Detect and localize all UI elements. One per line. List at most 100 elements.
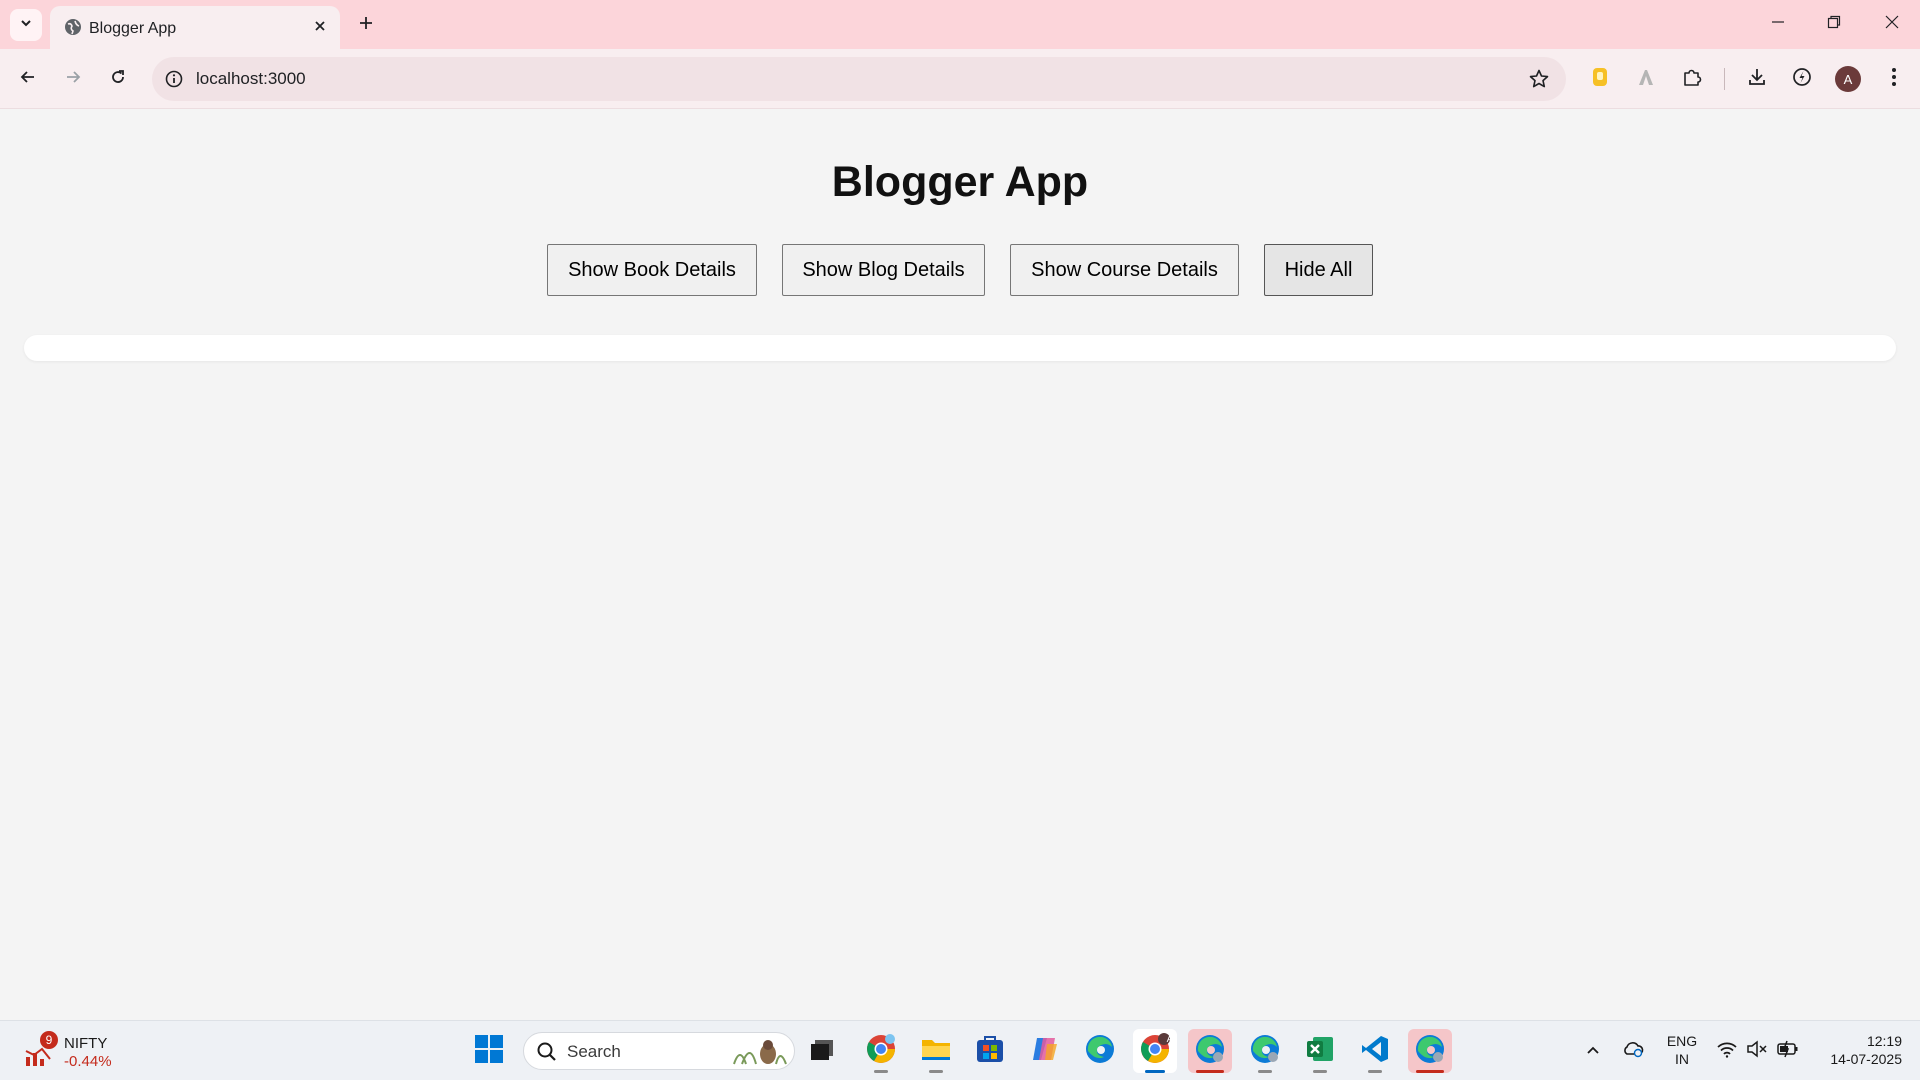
- edge-icon: [1194, 1033, 1226, 1070]
- globe-icon: [64, 18, 82, 41]
- running-indicator: [929, 1070, 943, 1073]
- taskbar-app-file-explorer[interactable]: [914, 1029, 958, 1073]
- taskbar-app-copilot[interactable]: [1023, 1029, 1067, 1073]
- show-hidden-icons-button[interactable]: [1580, 1021, 1606, 1080]
- taskbar-app-task-view[interactable]: [800, 1029, 844, 1073]
- toolbar-divider: [1724, 68, 1725, 90]
- battery-status[interactable]: [1774, 1021, 1802, 1080]
- extension-yellow-icon: [1591, 66, 1609, 93]
- running-indicator: [874, 1070, 888, 1073]
- stock-change: -0.44%: [64, 1053, 112, 1070]
- windows-logo-icon: [474, 1034, 504, 1069]
- back-button[interactable]: [10, 61, 46, 97]
- notification-badge: 9: [40, 1031, 58, 1049]
- avatar: A: [1835, 66, 1861, 92]
- menu-button[interactable]: [1878, 63, 1910, 95]
- extension-yellow-button[interactable]: [1584, 63, 1616, 95]
- site-info-icon[interactable]: [162, 67, 186, 96]
- tab-title: Blogger App: [89, 20, 177, 37]
- language-indicator[interactable]: ENG IN: [1664, 1032, 1700, 1068]
- volume-muted-icon: [1746, 1039, 1768, 1063]
- region-code: IN: [1675, 1051, 1689, 1067]
- running-indicator: [1258, 1070, 1272, 1073]
- taskbar-app-edge-3[interactable]: [1243, 1029, 1287, 1073]
- taskbar-app-chrome-active[interactable]: A: [1133, 1029, 1177, 1073]
- close-icon: [1885, 15, 1899, 34]
- taskbar-search-input[interactable]: Search: [523, 1032, 795, 1070]
- show-blog-details-button[interactable]: Show Blog Details: [782, 244, 985, 296]
- page-title: Blogger App: [831, 158, 1089, 206]
- start-button[interactable]: [467, 1029, 511, 1073]
- active-indicator: [1145, 1070, 1165, 1073]
- taskbar-app-edge-4[interactable]: [1408, 1029, 1452, 1073]
- show-book-details-button[interactable]: Show Book Details: [547, 244, 757, 296]
- clock-date: 14-07-2025: [1830, 1051, 1902, 1067]
- taskbar-app-chrome-1[interactable]: [859, 1029, 903, 1073]
- close-tab-icon[interactable]: [310, 16, 330, 36]
- edge-icon: [1414, 1033, 1446, 1070]
- wifi-icon: [1716, 1040, 1738, 1063]
- language-code: ENG: [1666, 1033, 1698, 1049]
- url-text[interactable]: localhost:3000: [196, 69, 306, 89]
- new-tab-button[interactable]: [352, 11, 380, 39]
- puzzle-icon: [1681, 66, 1703, 93]
- hide-all-button[interactable]: Hide All: [1264, 244, 1373, 296]
- details-container: [24, 335, 1896, 361]
- excel-icon: [1305, 1034, 1335, 1069]
- chevron-up-icon: [1586, 1042, 1600, 1060]
- battery-charging-icon: [1776, 1040, 1800, 1063]
- search-highlight-icon: [730, 1036, 788, 1066]
- stock-chart-icon: [24, 1045, 54, 1072]
- taskbar-app-store[interactable]: [968, 1029, 1012, 1073]
- chrome-profile-badge: A: [1166, 1034, 1174, 1045]
- show-course-details-button[interactable]: Show Course Details: [1010, 244, 1239, 296]
- taskbar-app-vscode[interactable]: [1353, 1029, 1397, 1073]
- speed-icon: [1791, 66, 1813, 93]
- running-indicator: [1313, 1070, 1327, 1073]
- tab-search-button[interactable]: [10, 9, 42, 41]
- reload-button[interactable]: [100, 61, 136, 97]
- extensions-button[interactable]: [1676, 63, 1708, 95]
- edge-icon: [1249, 1033, 1281, 1070]
- downloads-button[interactable]: [1741, 63, 1773, 95]
- more-vertical-icon: [1891, 67, 1897, 92]
- search-icon: [536, 1041, 558, 1068]
- profile-button[interactable]: A: [1832, 63, 1864, 95]
- minimize-button[interactable]: [1750, 0, 1806, 49]
- browser-tab-active[interactable]: Blogger App: [50, 6, 340, 49]
- taskbar-app-excel[interactable]: [1298, 1029, 1342, 1073]
- extension-grey-button[interactable]: [1630, 63, 1662, 95]
- taskbar-app-edge-1[interactable]: [1078, 1029, 1122, 1073]
- forward-button[interactable]: [55, 61, 91, 97]
- taskbar-app-edge-2[interactable]: [1188, 1029, 1232, 1073]
- close-window-button[interactable]: [1864, 0, 1920, 49]
- bookmark-star-icon[interactable]: [1528, 68, 1550, 95]
- page-viewport: Blogger App Show Book Details Show Blog …: [0, 109, 1920, 1020]
- download-icon: [1746, 66, 1768, 93]
- volume-status[interactable]: [1744, 1021, 1770, 1080]
- stock-name: NIFTY: [64, 1035, 108, 1052]
- onedrive-button[interactable]: [1618, 1021, 1648, 1080]
- windows-taskbar: 9 NIFTY -0.44% Search A ENG IN 12:19 14-…: [0, 1020, 1920, 1080]
- performance-button[interactable]: [1786, 63, 1818, 95]
- running-indicator: [1368, 1070, 1382, 1073]
- search-placeholder: Search: [567, 1042, 621, 1061]
- restore-button[interactable]: [1806, 0, 1862, 49]
- extension-a-icon: [1636, 67, 1656, 92]
- wifi-status[interactable]: [1714, 1021, 1740, 1080]
- browser-tab-strip: Blogger App: [0, 0, 1920, 49]
- system-clock[interactable]: 12:19 14-07-2025: [1814, 1032, 1902, 1068]
- arrow-left-icon: [19, 68, 37, 91]
- minimize-icon: [1771, 15, 1785, 34]
- chrome-icon: [865, 1033, 897, 1070]
- plus-icon: [358, 15, 374, 36]
- address-bar[interactable]: localhost:3000: [152, 57, 1566, 101]
- alert-indicator: [1416, 1070, 1444, 1073]
- cloud-sync-icon: [1621, 1039, 1645, 1064]
- restore-icon: [1827, 15, 1841, 34]
- edge-icon: [1084, 1033, 1116, 1070]
- browser-toolbar: localhost:3000 A: [0, 49, 1920, 109]
- chevron-down-icon: [19, 16, 33, 35]
- alert-indicator: [1196, 1070, 1224, 1073]
- stocks-widget[interactable]: 9 NIFTY -0.44%: [24, 1031, 134, 1071]
